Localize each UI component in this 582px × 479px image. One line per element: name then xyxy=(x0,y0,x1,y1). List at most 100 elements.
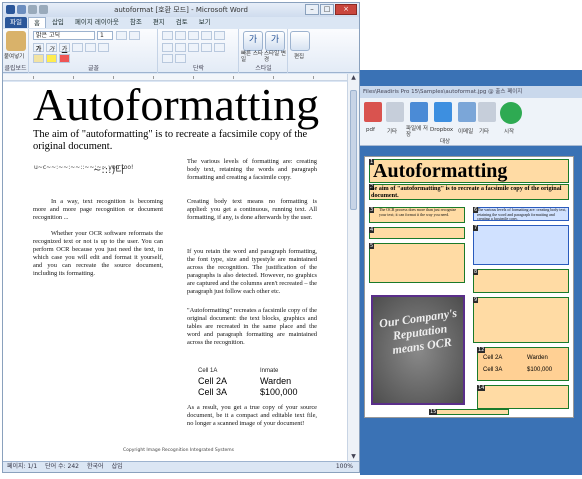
ruler-tick xyxy=(33,76,34,79)
shading-icon[interactable] xyxy=(162,54,173,63)
status-word-count[interactable]: 단어 수: 242 xyxy=(45,462,79,472)
minimize-button[interactable]: – xyxy=(305,4,319,15)
zone-image[interactable]: Our Company's Reputation means OCR xyxy=(371,295,465,405)
dropbox-icon[interactable] xyxy=(434,102,452,122)
ocr-footer xyxy=(360,448,582,475)
zone-footer[interactable]: 15 xyxy=(429,409,509,415)
symbol-line-large: ~:::)다 xyxy=(93,165,125,176)
ocr-path-bar: Files\Readiris Pro 15\Samples\autoformat… xyxy=(360,86,582,98)
change-styles-icon[interactable]: 가 xyxy=(265,31,285,51)
maximize-button[interactable]: □ xyxy=(320,4,334,15)
zone-number: 5 xyxy=(369,243,375,249)
bullets-icon[interactable] xyxy=(162,31,173,40)
document-title: Autoformatting xyxy=(33,82,320,130)
tab-home[interactable]: 홈 xyxy=(27,17,46,28)
group-label-clipboard: 클립보드 xyxy=(4,65,27,72)
superscript-icon[interactable] xyxy=(98,43,109,52)
close-button[interactable]: × xyxy=(335,4,357,15)
highlight-icon[interactable] xyxy=(46,54,57,63)
ocr-table: Cell 2A Warden Cell 3A $100,000 xyxy=(479,349,567,379)
increase-indent-icon[interactable] xyxy=(214,31,225,40)
zone-text-right-4[interactable]: 9 xyxy=(473,297,569,343)
save-file-icon[interactable] xyxy=(410,102,428,122)
shrink-font-icon[interactable] xyxy=(129,31,140,40)
zone-number: 9 xyxy=(473,297,479,303)
ocr-page-preview[interactable]: 1 Autoformatting 2 he aim of "autoformat… xyxy=(364,156,574,418)
table-cell-r2c2: $100,000 xyxy=(260,387,298,397)
ruler-tick xyxy=(313,76,314,79)
zone-text-right-2[interactable]: 7 xyxy=(473,225,569,265)
document-page[interactable]: Autoformatting The aim of "autoformattin… xyxy=(3,82,347,461)
tab-mailings[interactable]: 편지 xyxy=(148,17,170,28)
ruler-tick xyxy=(273,76,274,79)
section-label: 대상 xyxy=(440,139,451,145)
multilevel-list-icon[interactable] xyxy=(188,31,199,40)
zone-number: 15 xyxy=(429,409,438,415)
zone-text-right-3[interactable]: 8 xyxy=(473,269,569,293)
align-right-icon[interactable] xyxy=(188,43,199,52)
quick-styles-icon[interactable]: 가 xyxy=(243,31,263,51)
table-cell-r1c2: Warden xyxy=(260,376,292,386)
email-label: 이메일 xyxy=(458,129,474,135)
status-page[interactable]: 페이지: 1/1 xyxy=(7,462,37,472)
pdf-icon[interactable] xyxy=(364,102,382,122)
decrease-indent-icon[interactable] xyxy=(201,31,212,40)
align-center-icon[interactable] xyxy=(175,43,186,52)
grow-font-icon[interactable] xyxy=(116,31,127,40)
line-spacing-icon[interactable] xyxy=(214,43,225,52)
status-insert-mode[interactable]: 삽입 xyxy=(112,462,123,472)
text-effect-icon[interactable] xyxy=(33,54,44,63)
group-font: 맑은 고딕 1 가 가 가 글꼴 xyxy=(30,29,158,73)
group-label-paragraph: 단락 xyxy=(192,65,205,72)
zone-text-left-3[interactable]: 5 xyxy=(369,243,465,283)
underline-icon[interactable]: 가 xyxy=(59,43,70,53)
tab-view[interactable]: 보기 xyxy=(194,17,216,28)
find-icon[interactable] xyxy=(290,31,310,51)
zone-text-left-2[interactable]: 4 xyxy=(369,227,465,239)
paste-icon[interactable] xyxy=(6,31,26,51)
font-color-icon[interactable] xyxy=(59,54,70,63)
status-language[interactable]: 한국어 xyxy=(87,462,104,472)
tab-references[interactable]: 참조 xyxy=(125,17,147,28)
start-icon[interactable] xyxy=(500,102,522,124)
font-name-select[interactable]: 맑은 고딕 xyxy=(33,31,95,40)
align-left-icon[interactable] xyxy=(162,43,173,52)
italic-icon[interactable]: 가 xyxy=(46,43,57,53)
group-edit: 편집 xyxy=(289,29,311,73)
tab-insert[interactable]: 삽입 xyxy=(47,17,69,28)
ocr-table-cell-4: $100,000 xyxy=(527,367,553,373)
right-paragraph-1: The various levels of formatting are: cr… xyxy=(187,158,317,181)
strikethrough-icon[interactable] xyxy=(72,43,83,52)
ruler-tick xyxy=(233,76,234,79)
group-label-font: 글꼴 xyxy=(87,65,100,72)
group-label-styles: 스타일 xyxy=(255,65,272,72)
other-icon-2[interactable] xyxy=(478,102,496,122)
scroll-up-icon[interactable]: ▲ xyxy=(349,74,358,82)
dropbox-label: Dropbox xyxy=(430,127,454,133)
bold-icon[interactable]: 가 xyxy=(33,43,44,53)
zone-text-right-5[interactable]: 14 xyxy=(477,385,569,409)
tab-review[interactable]: 검토 xyxy=(171,17,193,28)
scroll-down-icon[interactable]: ▼ xyxy=(349,453,358,461)
change-styles-label: 스타일 변경 xyxy=(264,51,286,63)
vertical-scrollbar[interactable]: ▲ ▼ xyxy=(347,74,359,461)
scrollbar-thumb[interactable] xyxy=(350,90,357,210)
right-paragraph-3: If you retain the word and paragraph for… xyxy=(187,248,317,295)
zone-text-right-1-content: The various levels of formatting are: cr… xyxy=(477,208,567,220)
ribbon-tabs: 파일 홈 삽입 페이지 레이아웃 참조 편지 검토 보기 xyxy=(3,17,359,29)
numbering-icon[interactable] xyxy=(175,31,186,40)
other-icon[interactable] xyxy=(386,102,404,122)
start-label: 시작 xyxy=(504,129,515,135)
font-size-select[interactable]: 1 xyxy=(97,31,113,40)
document-lead: The aim of "autoformatting" is to recrea… xyxy=(33,129,308,152)
justify-icon[interactable] xyxy=(201,43,212,52)
ocr-lead: he aim of "autoformatting" is to recreat… xyxy=(371,185,562,199)
tab-page-layout[interactable]: 페이지 레이아웃 xyxy=(70,17,124,28)
tab-file[interactable]: 파일 xyxy=(5,17,27,28)
ocr-toolbar: pdf 기타 파일에 저장 Dropbox 이메일 기타 시작 대상 xyxy=(360,98,582,146)
table-header-cell-1: Cell 1A xyxy=(198,368,218,374)
status-zoom[interactable]: 100% xyxy=(336,462,353,472)
subscript-icon[interactable] xyxy=(85,43,96,52)
borders-icon[interactable] xyxy=(175,54,186,63)
email-icon[interactable] xyxy=(458,102,476,122)
